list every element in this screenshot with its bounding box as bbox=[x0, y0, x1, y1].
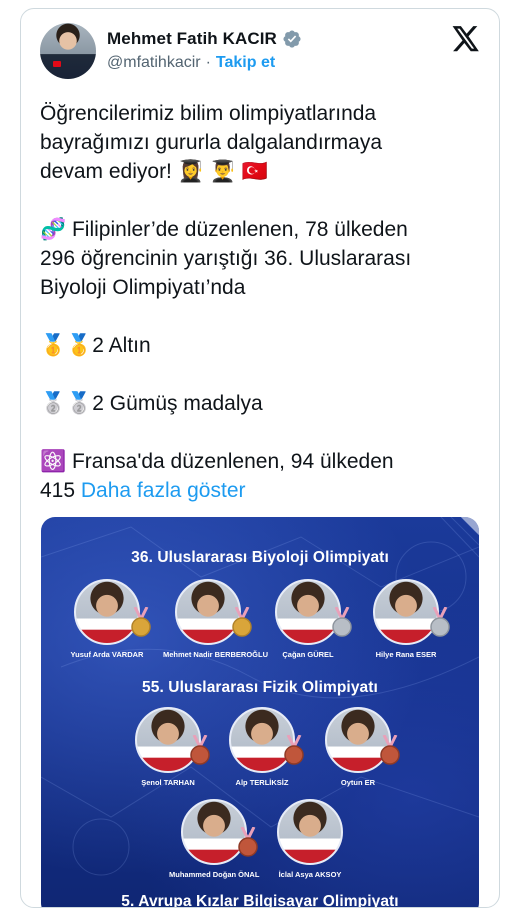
tweet-line: ⚛️ Fransa'da düzenlenen, 94 ülkeden bbox=[40, 450, 394, 473]
tweet-line: Öğrencilerimiz bilim olimpiyatlarında bbox=[40, 102, 377, 125]
tweet-line: 296 öğrencinin yarıştığı 36. Uluslararas… bbox=[40, 247, 412, 270]
gold-medal-icon bbox=[131, 607, 151, 637]
author-name[interactable]: Mehmet Fatih KACIR bbox=[107, 29, 277, 49]
silver-medal-line: 🥈🥈2 Gümüş madalya bbox=[40, 392, 263, 415]
tweet-card: Mehmet Fatih KACIR @mfatihkacir · Takip … bbox=[20, 8, 500, 908]
bronze-medal-icon bbox=[380, 735, 400, 765]
participant-name: Hilye Rana ESER bbox=[375, 650, 437, 659]
tweet-fragment: 415 bbox=[40, 479, 76, 502]
author-name-row: Mehmet Fatih KACIR bbox=[107, 29, 302, 49]
x-logo-icon[interactable] bbox=[452, 26, 480, 52]
participant-name: Oytun ER bbox=[340, 778, 376, 787]
silver-medal-icon bbox=[430, 607, 450, 637]
participant-card: İclal Asya AKSOY bbox=[265, 799, 355, 879]
bronze-medal-icon bbox=[190, 735, 210, 765]
gold-medal-line: 🥇🥇2 Altın bbox=[40, 334, 151, 357]
tweet-line: bayrağımızı gururla dalgalandırmaya bbox=[40, 131, 383, 154]
gold-medal-icon bbox=[232, 607, 252, 637]
tweet-text: Öğrencilerimiz bilim olimpiyatlarında ba… bbox=[40, 99, 490, 505]
participant-photo bbox=[277, 799, 343, 865]
show-more-link[interactable]: Daha fazla göster bbox=[81, 479, 246, 502]
silver-medal-icon bbox=[332, 607, 352, 637]
author-handle-row: @mfatihkacir · Takip et bbox=[107, 54, 275, 72]
tweet-line: 🧬 Filipinler’de düzenlenen, 78 ülkeden bbox=[40, 218, 408, 241]
participant-name: İclal Asya AKSOY bbox=[278, 870, 342, 879]
participant-name: Yusuf Arda VARDAR bbox=[70, 650, 144, 659]
section-title-informatics: 5. Avrupa Kızlar Bilgisayar Olimpiyatı bbox=[121, 893, 399, 908]
separator-dot: · bbox=[205, 54, 211, 71]
tweet-line: 415 Daha fazla göster bbox=[40, 476, 490, 505]
bronze-medal-icon bbox=[284, 735, 304, 765]
participant-name: Çağan GÜREL bbox=[282, 650, 334, 659]
section-title-physics: 55. Uluslararası Fizik Olimpiyatı bbox=[142, 679, 378, 696]
participant-name: Alp TERLİKSİZ bbox=[235, 778, 289, 787]
follow-button[interactable]: Takip et bbox=[216, 54, 275, 72]
verified-badge-icon bbox=[283, 30, 301, 48]
bronze-medal-icon bbox=[238, 827, 258, 857]
participant-name: Mehmet Nadir BERBEROĞLU bbox=[163, 650, 269, 659]
tweet-line: devam ediyor! 👩‍🎓 👨‍🎓 🇹🇷 bbox=[40, 160, 268, 183]
participant-name: Şenol TARHAN bbox=[141, 778, 195, 787]
tweet-media-image[interactable]: 36. Uluslararası Biyoloji Olimpiyatı 55.… bbox=[41, 517, 479, 908]
author-handle[interactable]: @mfatihkacir bbox=[107, 54, 201, 72]
section-title-biology: 36. Uluslararası Biyoloji Olimpiyatı bbox=[131, 549, 389, 566]
participant-name: Muhammed Doğan ÖNAL bbox=[169, 870, 260, 879]
tweet-line: Biyoloji Olimpiyatı’nda bbox=[40, 276, 246, 299]
author-avatar[interactable] bbox=[40, 23, 96, 79]
